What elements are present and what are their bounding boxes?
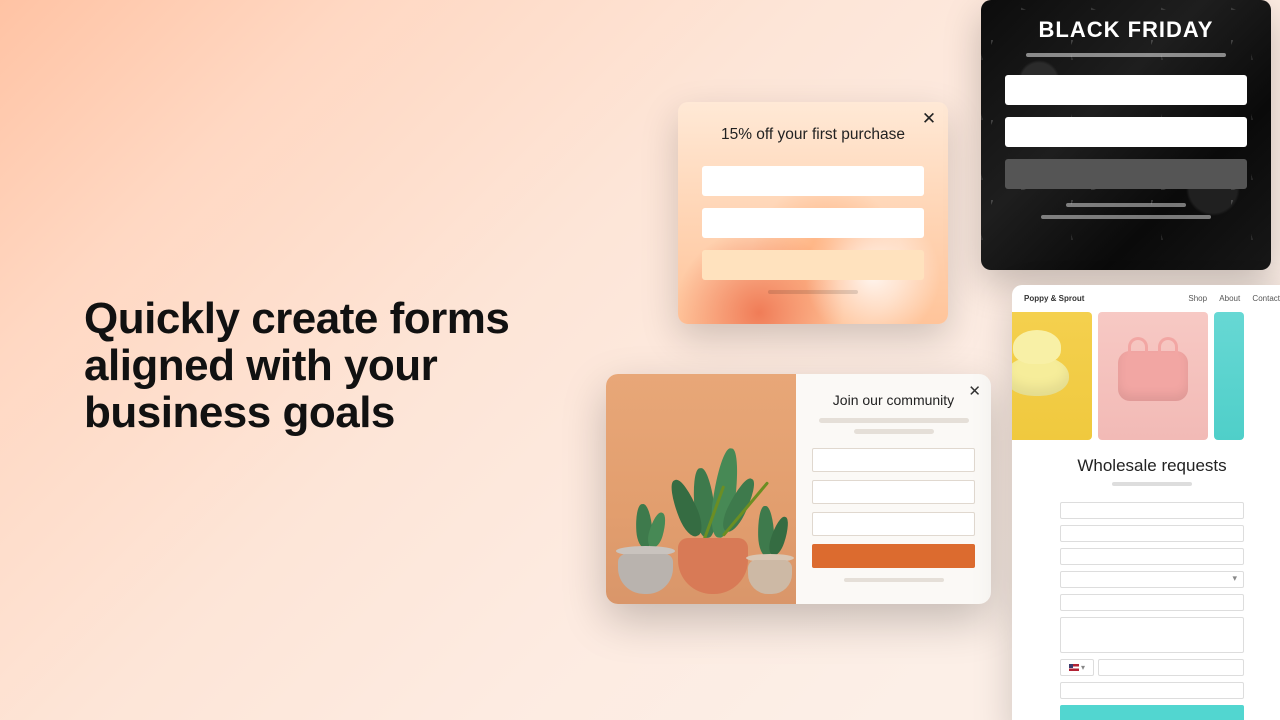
footer-text-skeleton <box>1066 203 1186 207</box>
phone-input[interactable] <box>1098 659 1244 676</box>
input-field[interactable] <box>1060 594 1244 611</box>
subtitle-skeleton <box>854 429 934 434</box>
brand-logo[interactable]: Poppy & Sprout <box>1024 294 1084 303</box>
wholesale-page-card: Poppy & Sprout Shop About Contact Wholes… <box>1012 285 1280 720</box>
nav-link-contact[interactable]: Contact <box>1252 294 1280 303</box>
subtitle-skeleton <box>819 418 969 423</box>
submit-button[interactable] <box>1005 159 1247 189</box>
product-tile-bag[interactable] <box>1098 312 1208 440</box>
hero-carousel <box>1012 312 1280 440</box>
popup-community: ✕ Join our community <box>606 374 991 604</box>
nav-link-about[interactable]: About <box>1219 294 1240 303</box>
country-code-select[interactable] <box>1060 659 1094 676</box>
wholesale-title: Wholesale requests <box>1012 456 1280 476</box>
plant-image <box>606 374 796 604</box>
close-icon[interactable]: ✕ <box>968 382 981 400</box>
close-icon[interactable]: ✕ <box>920 110 938 128</box>
subtitle-skeleton <box>1112 482 1192 486</box>
nav-link-shop[interactable]: Shop <box>1188 294 1207 303</box>
input-field[interactable] <box>812 512 975 536</box>
popup-community-title: Join our community <box>812 392 975 408</box>
popup-discount: ✕ 15% off your first purchase <box>678 102 948 324</box>
popup-black-friday: BLACK FRIDAY <box>981 0 1271 270</box>
input-field[interactable] <box>1060 525 1244 542</box>
submit-button[interactable] <box>1060 705 1244 720</box>
input-field[interactable] <box>812 480 975 504</box>
input-field[interactable] <box>1060 548 1244 565</box>
wholesale-form <box>1012 502 1280 720</box>
input-field[interactable] <box>1060 682 1244 699</box>
footer-text-skeleton <box>768 290 858 294</box>
submit-button[interactable] <box>702 250 924 280</box>
product-tile-hat[interactable] <box>1012 312 1092 440</box>
popup-discount-title: 15% off your first purchase <box>698 126 928 144</box>
submit-button[interactable] <box>812 544 975 568</box>
input-field[interactable] <box>1060 502 1244 519</box>
input-field[interactable] <box>1005 117 1247 147</box>
site-nav: Poppy & Sprout Shop About Contact <box>1012 285 1280 312</box>
input-field[interactable] <box>702 208 924 238</box>
textarea-field[interactable] <box>1060 617 1244 653</box>
footer-text-skeleton <box>844 578 944 582</box>
input-field[interactable] <box>812 448 975 472</box>
input-field[interactable] <box>1005 75 1247 105</box>
us-flag-icon <box>1069 664 1079 671</box>
footer-text-skeleton <box>1041 215 1211 219</box>
product-tile-next[interactable] <box>1214 312 1244 440</box>
headline-text: Quickly create forms aligned with your b… <box>84 295 509 436</box>
subtitle-skeleton <box>1026 53 1226 57</box>
input-field[interactable] <box>702 166 924 196</box>
popup-black-friday-title: BLACK FRIDAY <box>1005 17 1247 43</box>
select-field[interactable] <box>1060 571 1244 588</box>
